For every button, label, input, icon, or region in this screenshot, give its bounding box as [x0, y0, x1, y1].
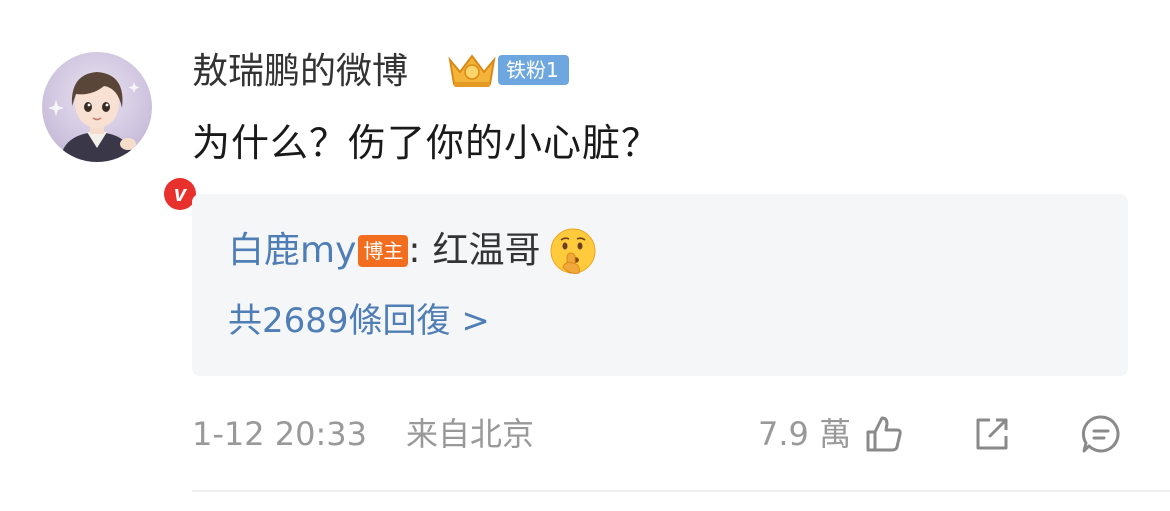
reply-preview[interactable]: 白鹿my 博主 : 红温哥 共2689條回復 >: [192, 194, 1128, 376]
comment-username[interactable]: 敖瑞鹏的微博: [192, 48, 408, 96]
reply-colon: :: [408, 230, 421, 271]
fan-badge[interactable]: 铁粉1: [444, 50, 569, 90]
reply-line: 白鹿my 博主 : 红温哥: [228, 224, 597, 278]
reply-text: 红温哥: [432, 230, 541, 271]
like-count[interactable]: 7.9 萬: [758, 410, 851, 458]
avatar[interactable]: v: [42, 52, 200, 214]
comment-icon[interactable]: [1079, 412, 1123, 456]
shushing-face-emoji: [550, 228, 596, 274]
divider: [192, 490, 1170, 492]
crown-icon: [448, 54, 496, 87]
blogger-tag: 博主: [358, 235, 409, 267]
comment-timestamp: 1-12 20:33: [192, 415, 368, 453]
share-icon[interactable]: [970, 412, 1014, 456]
thumbs-up-icon[interactable]: [862, 412, 906, 456]
reply-username[interactable]: 白鹿my: [228, 224, 356, 278]
comment-text: 为什么？伤了你的小心脏？: [192, 121, 661, 165]
comment-location: 来自北京: [406, 415, 535, 453]
avatar-image: [42, 52, 152, 162]
fan-badge-label: 铁粉1: [498, 55, 569, 85]
view-all-replies-link[interactable]: 共2689條回復 >: [228, 296, 490, 346]
